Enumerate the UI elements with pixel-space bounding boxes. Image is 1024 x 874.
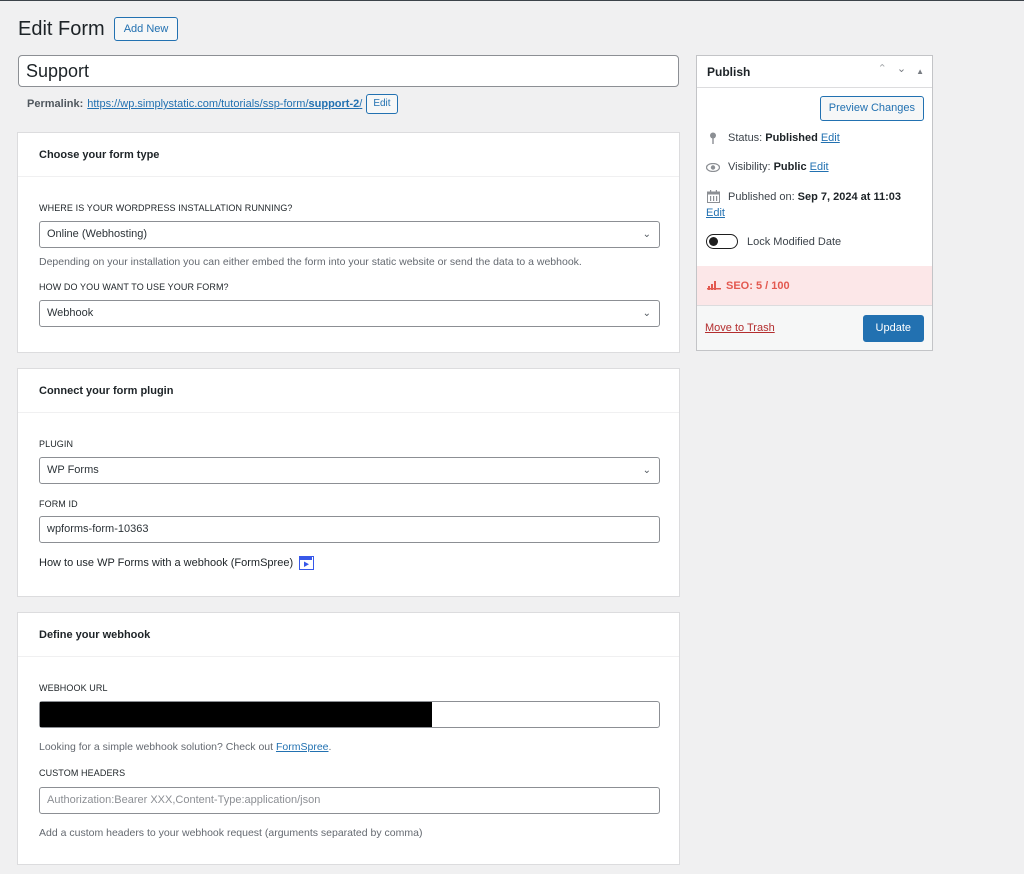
usage-label: HOW DO YOU WANT TO USE YOUR FORM? [39,282,229,292]
eye-icon [706,162,720,172]
chevron-down-icon: ⌄ [642,229,651,240]
plugin-box-title: Connect your form plugin [18,369,679,413]
installation-select[interactable]: Online (Webhosting) ⌄ [39,221,660,248]
installation-label: WHERE IS YOUR WORDPRESS INSTALLATION RUN… [39,203,293,213]
calendar-icon [706,190,720,203]
visibility-edit-link[interactable]: Edit [810,161,829,173]
visibility-row: Visibility: Public Edit [706,161,829,173]
collapse-toggle-icon[interactable]: ▲ [916,62,924,82]
redacted-block [40,702,432,727]
title-input[interactable]: Support [18,55,679,87]
move-up-icon[interactable]: ⌃ [878,62,887,82]
installation-value: Online (Webhosting) [47,228,148,240]
usage-value: Webhook [47,307,94,319]
pin-icon [706,132,720,144]
video-play-icon[interactable] [299,556,315,570]
usage-select[interactable]: Webhook ⌄ [39,300,660,327]
plugin-label: PLUGIN [39,439,74,449]
form-type-box-title: Choose your form type [18,133,679,177]
publish-box: Publish ⌃ ⌄ ▲ Preview Changes Status: Pub… [696,55,933,351]
permalink-link[interactable]: https://wp.simplystatic.com/tutorials/ss… [87,98,362,110]
installation-help: Depending on your installation you can e… [39,256,582,268]
plugin-help: How to use WP Forms with a webhook (Form… [39,556,315,570]
major-actions: Move to Trash Update [697,306,932,350]
status-row: Status: Published Edit [706,132,840,144]
published-row: Published on: Sep 7, 2024 at 11:03 [706,190,904,203]
custom-headers-input[interactable]: Authorization:Bearer XXX,Content-Type:ap… [39,787,660,814]
page-title: Edit Form [18,17,105,40]
plugin-box: Connect your form plugin PLUGIN WP Forms… [17,368,680,597]
preview-changes-button[interactable]: Preview Changes [819,96,924,121]
webhook-url-help: Looking for a simple webhook solution? C… [39,741,332,753]
webhook-box-title: Define your webhook [18,613,679,657]
custom-headers-help: Add a custom headers to your webhook req… [39,827,423,839]
page-header: Edit Form Add New [18,17,179,41]
publish-controls: ⌃ ⌄ ▲ [878,62,924,82]
seo-score[interactable]: SEO: 5 / 100 [697,266,932,306]
webhook-url-label: WEBHOOK URL [39,683,108,693]
move-down-icon[interactable]: ⌄ [897,62,906,82]
webhook-box: Define your webhook WEBHOOK URL Looking … [17,612,680,865]
form-id-label: FORM ID [39,499,78,509]
chevron-down-icon: ⌄ [642,465,651,476]
add-new-button[interactable]: Add New [113,17,179,41]
plugin-help-text: How to use WP Forms with a webhook (Form… [39,557,294,569]
seo-chart-icon [707,281,721,290]
permalink-label: Permalink: [27,98,84,110]
custom-headers-label: CUSTOM HEADERS [39,768,126,778]
update-button[interactable]: Update [862,314,924,342]
permalink-edit-button[interactable]: Edit [366,94,398,114]
formspree-link[interactable]: FormSpree [276,741,329,753]
plugin-value: WP Forms [47,464,99,476]
webhook-url-input[interactable] [39,701,660,728]
lock-modified-label: Lock Modified Date [747,235,842,248]
permalink: Permalink: https://wp.simplystatic.com/t… [27,94,398,114]
plugin-select[interactable]: WP Forms ⌄ [39,457,660,484]
seo-score-label: SEO: 5 / 100 [726,279,790,292]
lock-modified-row: Lock Modified Date [706,234,841,249]
form-id-input[interactable]: wpforms-form-10363 [39,516,660,543]
chevron-down-icon: ⌄ [642,308,651,319]
lock-modified-toggle[interactable] [706,234,738,249]
published-edit-link[interactable]: Edit [706,207,725,219]
status-edit-link[interactable]: Edit [821,132,840,144]
move-to-trash-link[interactable]: Move to Trash [705,322,775,334]
form-type-box: Choose your form type WHERE IS YOUR WORD… [17,132,680,353]
